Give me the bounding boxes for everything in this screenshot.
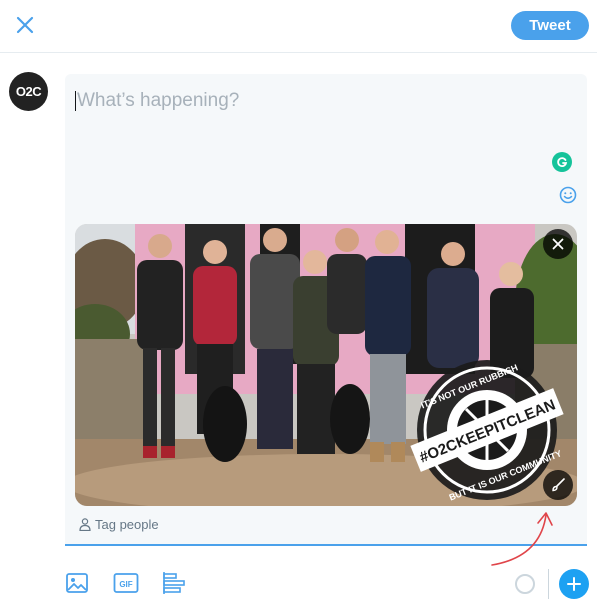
add-tweet-button[interactable]: [559, 569, 589, 599]
tag-people-button[interactable]: Tag people: [79, 517, 159, 532]
remove-media-button[interactable]: [543, 229, 573, 259]
tag-people-label: Tag people: [95, 517, 159, 532]
close-icon: [552, 238, 564, 250]
toolbar-divider: [548, 569, 549, 599]
add-gif-button[interactable]: GIF: [113, 570, 139, 596]
attached-photo[interactable]: #O2CKEEPITCLEAN IT'S NOT OUR RUBBISH BUT…: [75, 224, 577, 506]
tweet-button[interactable]: Tweet: [511, 11, 589, 40]
gif-icon: GIF: [113, 573, 139, 593]
tweet-text-input[interactable]: What’s happening?: [75, 86, 555, 116]
person-icon: [79, 518, 91, 531]
poll-icon: [163, 572, 185, 594]
close-icon: [16, 16, 34, 34]
character-counter: [515, 574, 535, 594]
brush-icon: [552, 478, 565, 492]
add-image-button[interactable]: [64, 570, 90, 596]
image-icon: [66, 573, 88, 593]
compose-toolbar: GIF: [0, 560, 597, 616]
tweet-composer: What’s happening? #O2CKEEPITCLEAN IT'S N…: [65, 74, 587, 546]
plus-icon: [567, 577, 581, 591]
add-poll-button[interactable]: [162, 570, 188, 596]
group-photo: #O2CKEEPITCLEAN IT'S NOT OUR RUBBISH BUT…: [75, 224, 577, 506]
close-button[interactable]: [10, 10, 40, 40]
tweet-placeholder: What’s happening?: [77, 90, 240, 111]
grammarly-icon[interactable]: [552, 152, 572, 172]
avatar[interactable]: O2C: [9, 72, 48, 111]
emoji-icon[interactable]: [559, 186, 577, 204]
compose-header: Tweet: [0, 0, 597, 53]
text-caret: [75, 91, 76, 111]
gif-label: GIF: [119, 580, 132, 589]
edit-media-button[interactable]: [543, 470, 573, 500]
